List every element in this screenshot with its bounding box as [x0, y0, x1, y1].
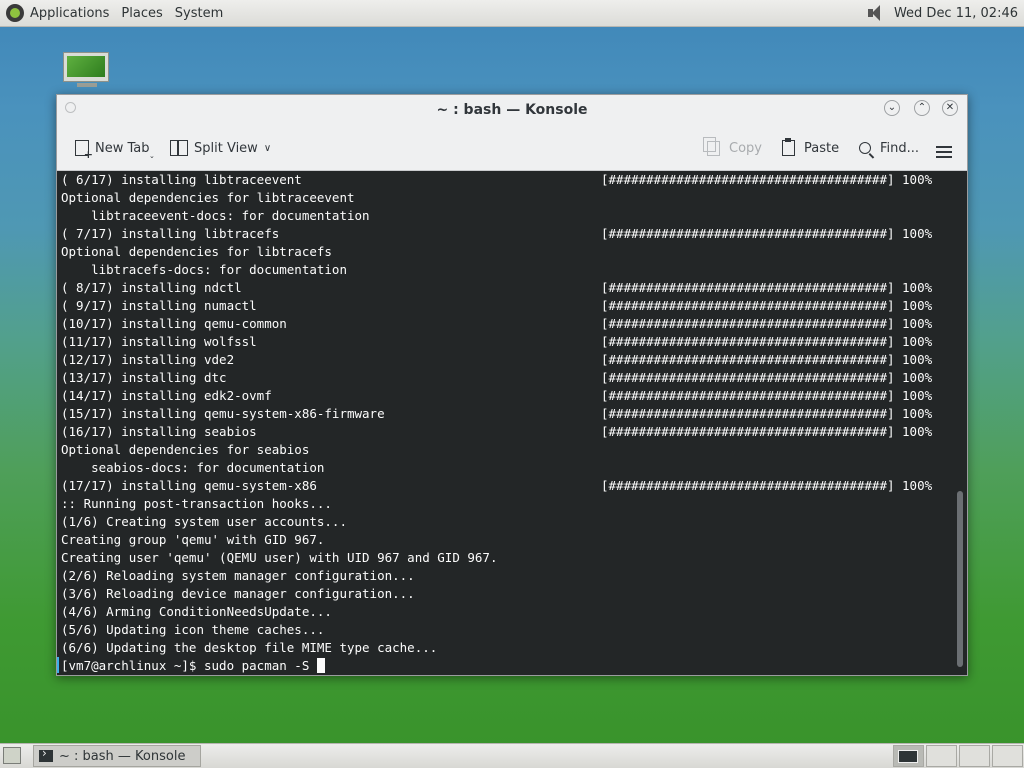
- new-tab-button[interactable]: New Tab: [75, 138, 150, 161]
- terminal-line: (12/17) installing vde2: [61, 352, 235, 367]
- show-desktop-button[interactable]: [3, 747, 21, 764]
- terminal-line: (3/6) Reloading device manager configura…: [61, 586, 415, 601]
- minimize-icon[interactable]: ⌄: [884, 100, 900, 116]
- workspace-3[interactable]: [959, 745, 990, 767]
- terminal-line: libtracefs-docs: for documentation: [61, 262, 347, 277]
- terminal-line: (15/17) installing qemu-system-x86-firmw…: [61, 406, 385, 421]
- terminal-line: Optional dependencies for libtraceevent: [61, 190, 355, 205]
- terminal-line: Creating user 'qemu' (QEMU user) with UI…: [61, 550, 498, 565]
- terminal-line: ( 6/17) installing libtraceevent: [61, 172, 302, 187]
- terminal-icon: [39, 746, 53, 762]
- window-titlebar[interactable]: ~ : bash — Konsole ⌄ ⌃ ✕: [57, 95, 967, 125]
- progress-bar: [#####################################] …: [601, 172, 933, 187]
- menu-applications[interactable]: Applications: [30, 6, 109, 21]
- mate-logo-icon[interactable]: [6, 4, 24, 22]
- progress-bar: [#####################################] …: [601, 388, 933, 403]
- terminal-line: (6/6) Updating the desktop file MIME typ…: [61, 640, 438, 655]
- workspace-2[interactable]: [926, 745, 957, 767]
- terminal-line-marker: [57, 657, 59, 673]
- paste-label: Paste: [804, 140, 840, 156]
- progress-bar: [#####################################] …: [601, 298, 933, 313]
- clock[interactable]: Wed Dec 11, 02:46: [894, 6, 1018, 21]
- terminal-line: :: Running post-transaction hooks...: [61, 496, 332, 511]
- computer-desktop-icon[interactable]: [63, 52, 111, 88]
- text-cursor: [316, 658, 325, 673]
- terminal-line: seabios-docs: for documentation: [61, 460, 325, 475]
- terminal-line: (5/6) Updating icon theme caches...: [61, 622, 325, 637]
- paste-icon: [782, 138, 795, 156]
- terminal-line: (13/17) installing dtc: [61, 370, 227, 385]
- close-icon[interactable]: ✕: [942, 100, 958, 116]
- terminal-line: Creating group 'qemu' with GID 967.: [61, 532, 325, 547]
- terminal-line: ( 8/17) installing ndctl: [61, 280, 242, 295]
- terminal-line: (17/17) installing qemu-system-x86: [61, 478, 317, 493]
- konsole-window: ~ : bash — Konsole ⌄ ⌃ ✕ New Tab ⌄ Split…: [56, 94, 968, 676]
- top-panel: Applications Places System Wed Dec 11, 0…: [0, 0, 1024, 27]
- progress-bar: [#####################################] …: [601, 334, 933, 349]
- terminal-line: (11/17) installing wolfssl: [61, 334, 257, 349]
- progress-bar: [#####################################] …: [601, 478, 933, 493]
- terminal-line: (10/17) installing qemu-common: [61, 316, 287, 331]
- hamburger-menu-icon: [936, 146, 952, 158]
- search-icon: [859, 142, 871, 154]
- menu-system[interactable]: System: [175, 6, 223, 21]
- hamburger-menu-button[interactable]: [936, 142, 952, 162]
- taskbar-label: ~ : bash — Konsole: [59, 748, 186, 764]
- new-tab-dropdown-icon[interactable]: ⌄: [149, 152, 155, 160]
- monitor-icon: [63, 52, 109, 82]
- new-tab-label: New Tab: [95, 140, 150, 156]
- terminal-area[interactable]: ( 6/17) installing libtraceevent [#######…: [57, 171, 967, 675]
- taskbar-konsole-button[interactable]: ~ : bash — Konsole: [33, 745, 201, 767]
- workspace-thumbnail: [898, 750, 918, 763]
- progress-bar: [#####################################] …: [601, 226, 933, 241]
- menu-places[interactable]: Places: [121, 6, 162, 21]
- workspace-4[interactable]: [992, 745, 1023, 767]
- maximize-icon[interactable]: ⌃: [914, 100, 930, 116]
- terminal-output: ( 6/17) installing libtraceevent [#######…: [61, 171, 932, 675]
- terminal-line: ( 7/17) installing libtracefs: [61, 226, 280, 241]
- find-button[interactable]: Find...: [859, 138, 919, 158]
- terminal-line: (16/17) installing seabios: [61, 424, 257, 439]
- split-view-button[interactable]: Split View ∨: [170, 138, 271, 158]
- paste-button[interactable]: Paste: [782, 138, 839, 158]
- copy-icon: [703, 136, 720, 156]
- prompt-line[interactable]: [vm7@archlinux ~]$ sudo pacman -S: [61, 657, 498, 675]
- find-label: Find...: [880, 140, 920, 156]
- bottom-panel: ~ : bash — Konsole: [0, 743, 1024, 768]
- konsole-toolbar: New Tab ⌄ Split View ∨ Copy Paste Find..…: [57, 125, 967, 171]
- copy-label: Copy: [729, 140, 762, 156]
- terminal-line: (14/17) installing edk2-ovmf: [61, 388, 272, 403]
- prompt-text: [vm7@archlinux ~]$ sudo pacman -S: [61, 658, 317, 673]
- terminal-line: (2/6) Reloading system manager configura…: [61, 568, 415, 583]
- copy-button[interactable]: Copy: [703, 136, 762, 158]
- terminal-line: libtraceevent-docs: for documentation: [61, 208, 370, 223]
- terminal-line: ( 9/17) installing numactl: [61, 298, 257, 313]
- chevron-down-icon: ∨: [263, 142, 272, 154]
- new-tab-icon: [75, 140, 93, 161]
- terminal-line: (4/6) Arming ConditionNeedsUpdate...: [61, 604, 332, 619]
- progress-bar: [#####################################] …: [601, 280, 933, 295]
- terminal-line: Optional dependencies for seabios: [61, 442, 310, 457]
- terminal-scrollbar[interactable]: [957, 491, 963, 667]
- volume-icon[interactable]: [864, 2, 886, 24]
- terminal-line: Optional dependencies for libtracefs: [61, 244, 332, 259]
- workspace-1[interactable]: [893, 745, 924, 767]
- progress-bar: [#####################################] …: [601, 424, 933, 439]
- monitor-stand: [77, 83, 97, 87]
- split-view-icon: [170, 140, 188, 156]
- split-view-label: Split View: [194, 140, 258, 156]
- terminal-line: (1/6) Creating system user accounts...: [61, 514, 347, 529]
- progress-bar: [#####################################] …: [601, 370, 933, 385]
- progress-bar: [#####################################] …: [601, 406, 933, 421]
- progress-bar: [#####################################] …: [601, 316, 933, 331]
- progress-bar: [#####################################] …: [601, 352, 933, 367]
- window-title: ~ : bash — Konsole: [436, 102, 588, 118]
